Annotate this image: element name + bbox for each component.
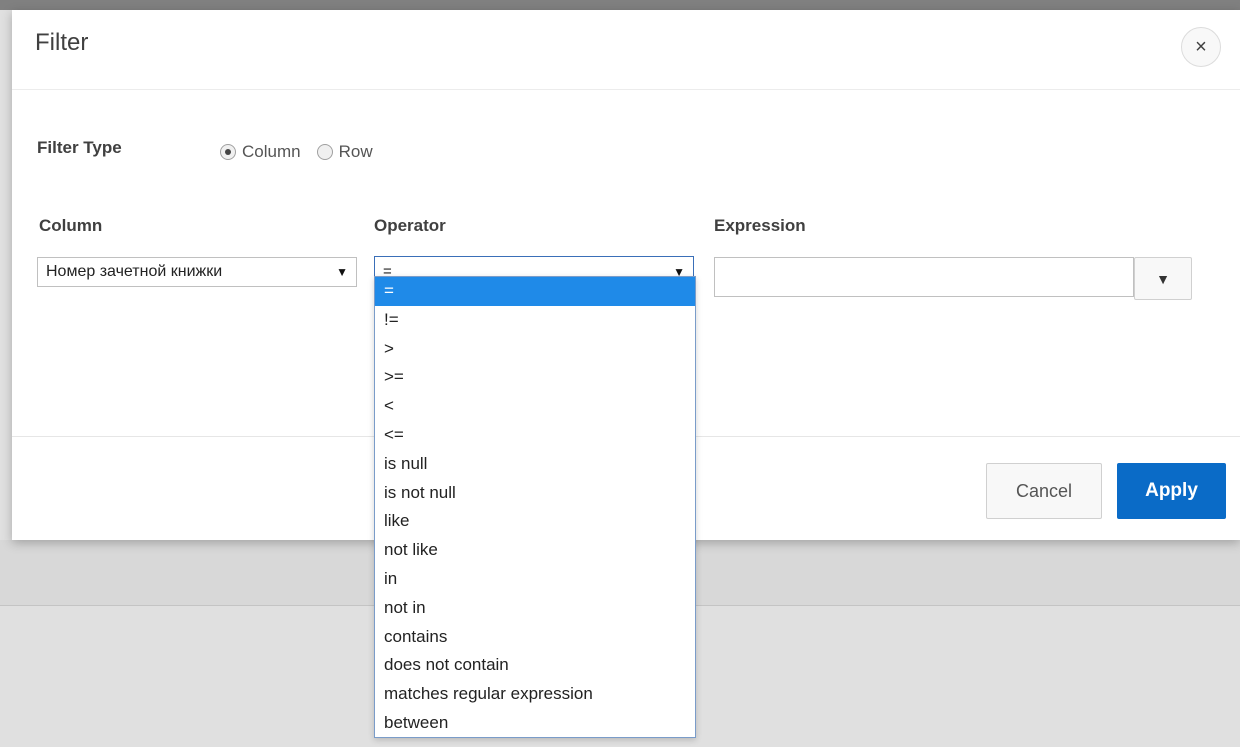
operator-option[interactable]: <= [375,421,695,450]
operator-option[interactable]: is not null [375,479,695,508]
operator-option[interactable]: does not contain [375,651,695,680]
cancel-button[interactable]: Cancel [986,463,1102,519]
expression-label: Expression [714,216,806,235]
column-select-value: Номер зачетной книжки [46,263,223,280]
column-select[interactable]: Номер зачетной книжки ▼ [37,257,357,287]
operator-option[interactable]: < [375,392,695,421]
caret-down-icon: ▼ [1156,270,1170,287]
operator-option[interactable]: > [375,335,695,364]
filter-type-label: Filter Type [37,138,122,157]
expression-input[interactable] [714,257,1134,297]
operator-option[interactable]: not in [375,594,695,623]
dialog-header: Filter × [12,10,1240,90]
radio-row-label: Row [338,142,373,161]
radio-column-label: Column [242,142,301,161]
operator-option[interactable]: contains [375,623,695,652]
filter-type-radio-group: Column Row [220,142,389,162]
operator-option[interactable]: is null [375,450,695,479]
radio-column[interactable]: Column [220,142,301,162]
page-backdrop-top [0,0,1240,10]
operator-option[interactable]: in [375,565,695,594]
close-button[interactable]: × [1181,27,1221,67]
radio-row[interactable]: Row [316,142,373,162]
apply-button[interactable]: Apply [1117,463,1226,519]
operator-option[interactable]: not like [375,536,695,565]
radio-row-icon [316,144,333,160]
operator-option[interactable]: = [375,277,695,306]
operator-dropdown-list: = != > >= < <= is null is not null like not like i… [374,276,696,738]
expression-dropdown-button[interactable]: ▼ [1134,257,1192,300]
close-icon: × [1195,35,1207,58]
operator-option[interactable]: between [375,709,695,738]
operator-option[interactable]: matches regular expression [375,680,695,709]
operator-option[interactable]: >= [375,363,695,392]
dialog-title: Filter [35,29,89,56]
column-label: Column [39,216,103,235]
operator-label: Operator [374,216,446,235]
caret-down-icon: ▼ [336,265,348,279]
operator-option[interactable]: like [375,507,695,536]
operator-option[interactable]: != [375,306,695,335]
radio-column-icon [220,144,236,160]
